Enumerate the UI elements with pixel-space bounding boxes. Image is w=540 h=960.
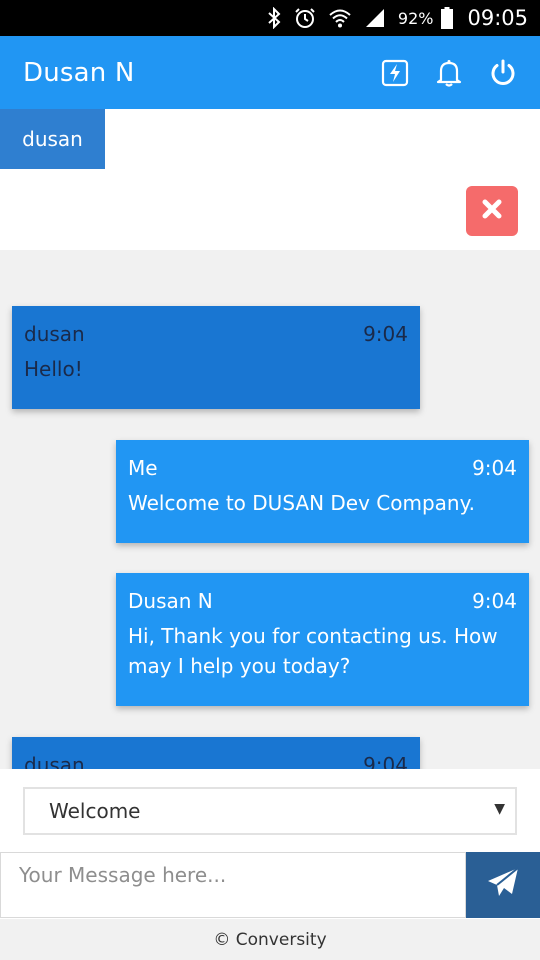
message-sender: Dusan N [128, 589, 213, 613]
message-bubble: dusan 9:04 [12, 737, 420, 769]
message-time: 9:04 [472, 589, 517, 613]
tab-contact-dusan[interactable]: dusan [0, 109, 105, 169]
page-title: Dusan N [23, 57, 135, 88]
quick-reply-value: Welcome [49, 799, 141, 823]
send-button[interactable] [466, 852, 540, 918]
message-sender: dusan [24, 753, 85, 769]
close-chat-button[interactable] [466, 186, 518, 236]
status-bar: 92% 09:05 [0, 0, 540, 36]
wifi-icon [328, 6, 352, 30]
message-list[interactable]: dusan 9:04 Hello! Me 9:04 Welcome to DUS… [0, 250, 540, 769]
message-header: dusan 9:04 [24, 306, 408, 346]
footer: © Conversity [0, 919, 540, 960]
composer: Welcome ▼ © Conversity [0, 769, 540, 960]
status-time: 09:05 [467, 6, 528, 30]
power-icon[interactable] [487, 57, 519, 89]
message-sender: dusan [24, 322, 85, 346]
message-text: Hello! [24, 357, 83, 381]
message-header: Dusan N 9:04 [128, 573, 517, 613]
alarm-icon [294, 6, 316, 30]
header-actions [379, 57, 519, 89]
message-bubble: Dusan N 9:04 Hi, Thank you for contactin… [116, 573, 529, 706]
message-header: dusan 9:04 [24, 737, 408, 769]
flash-icon[interactable] [379, 57, 411, 89]
message-header: Me 9:04 [128, 440, 517, 480]
message-text: Welcome to DUSAN Dev Company. [128, 491, 475, 515]
message-bubble: dusan 9:04 Hello! [12, 306, 420, 409]
message-bubble: Me 9:04 Welcome to DUSAN Dev Company. [116, 440, 529, 543]
send-icon [486, 867, 520, 903]
app-header: Dusan N [0, 36, 540, 109]
battery-percent: 92% [397, 8, 434, 28]
message-time: 9:04 [363, 322, 408, 346]
close-icon [481, 198, 503, 224]
message-input[interactable] [0, 852, 466, 918]
quick-reply-select[interactable]: Welcome ▼ [23, 787, 517, 835]
dropdown-caret-icon: ▼ [494, 801, 505, 817]
signal-icon [364, 6, 386, 30]
bluetooth-icon [266, 6, 282, 30]
bell-icon[interactable] [433, 57, 465, 89]
contact-tab-strip: dusan [0, 109, 540, 250]
message-text: Hi, Thank you for contacting us. How may… [128, 624, 498, 678]
message-sender: Me [128, 456, 158, 480]
message-time: 9:04 [472, 456, 517, 480]
message-time: 9:04 [363, 753, 408, 769]
battery-icon [441, 6, 454, 30]
